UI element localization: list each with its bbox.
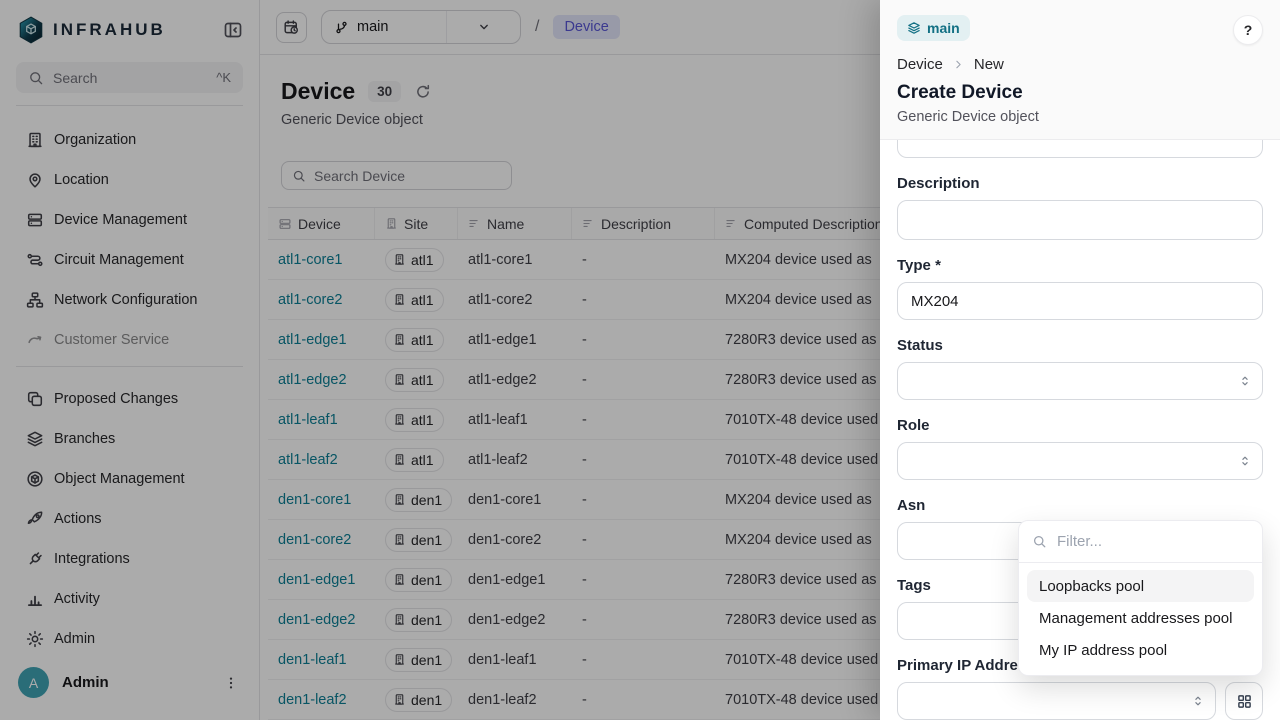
pool-option[interactable]: Management addresses pool: [1027, 602, 1254, 634]
type-label: Type *: [897, 257, 1263, 274]
grid-icon: [1236, 693, 1253, 710]
role-label: Role: [897, 417, 1263, 434]
pool-option-list: Loopbacks pool Management addresses pool…: [1019, 563, 1262, 675]
help-button[interactable]: ?: [1233, 15, 1263, 45]
name-field-partial[interactable]: [897, 140, 1263, 158]
pool-option[interactable]: Loopbacks pool: [1027, 570, 1254, 602]
chevrons-up-down-icon: [1191, 694, 1205, 708]
branch-badge: main: [897, 15, 970, 41]
description-field[interactable]: [897, 200, 1263, 240]
panel-header: main ? Device New Create Device Generic …: [880, 0, 1280, 140]
primary-ip-select[interactable]: [897, 682, 1216, 720]
pool-filter-input[interactable]: Filter...: [1019, 521, 1262, 563]
panel-subtitle: Generic Device object: [897, 109, 1263, 125]
status-select[interactable]: [897, 362, 1263, 400]
chevron-right-icon: [952, 58, 965, 71]
create-device-panel: main ? Device New Create Device Generic …: [880, 0, 1280, 720]
role-select[interactable]: [897, 442, 1263, 480]
type-field[interactable]: MX204: [897, 282, 1263, 320]
asn-label: Asn: [897, 497, 1263, 514]
chevrons-up-down-icon: [1238, 374, 1252, 388]
description-label: Description: [897, 175, 1263, 192]
breadcrumb-new: New: [974, 56, 1004, 73]
search-icon: [1032, 534, 1047, 549]
panel-breadcrumb: Device New: [897, 56, 1263, 73]
app-root: INFRAHUB Search ^K Organization Location: [0, 0, 1280, 720]
layers-icon: [907, 21, 921, 35]
breadcrumb-device[interactable]: Device: [897, 56, 943, 73]
chevrons-up-down-icon: [1238, 454, 1252, 468]
pool-option[interactable]: My IP address pool: [1027, 634, 1254, 666]
status-label: Status: [897, 337, 1263, 354]
pool-filter-placeholder: Filter...: [1057, 533, 1102, 550]
pool-dropdown: Filter... Loopbacks pool Management addr…: [1018, 520, 1263, 676]
ip-pool-button[interactable]: [1225, 682, 1263, 720]
create-device-form: Description Type * MX204 Status Role Asn…: [880, 140, 1280, 720]
panel-title: Create Device: [897, 82, 1263, 104]
